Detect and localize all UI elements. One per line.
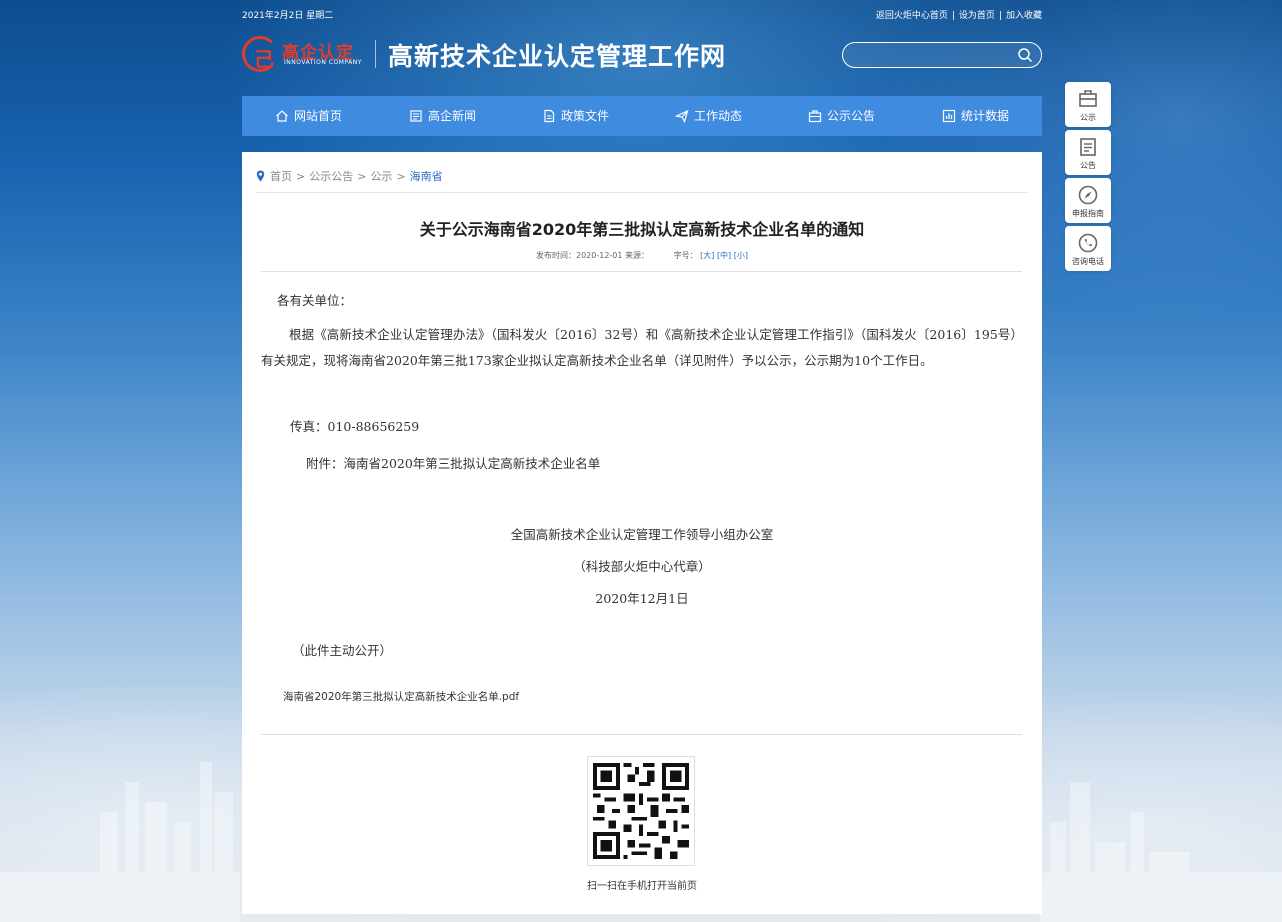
side-label: 咨询电话 bbox=[1072, 257, 1104, 266]
link-separator: | bbox=[951, 11, 955, 21]
logo-divider bbox=[375, 40, 376, 68]
divider bbox=[261, 271, 1022, 272]
main-nav: 网站首页 高企新闻 政策文件 工作动态 公示公告 统计数据 bbox=[242, 96, 1042, 136]
qr-code bbox=[587, 756, 695, 866]
breadcrumb-separator: > bbox=[396, 169, 406, 183]
issue-date: 2020年12月1日 bbox=[595, 591, 689, 606]
nav-item-label: 网站首页 bbox=[294, 109, 343, 123]
set-homepage-link[interactable]: 设为首页 bbox=[959, 11, 995, 21]
side-label: 公示 bbox=[1080, 113, 1096, 122]
nav-item-stats[interactable]: 统计数据 bbox=[942, 96, 1009, 136]
publish-info: 发布时间：2020-12-01 来源： bbox=[536, 251, 650, 260]
briefcase-icon bbox=[808, 110, 822, 123]
nav-item-label: 工作动态 bbox=[694, 109, 743, 123]
qr-caption: 扫一扫在手机打开当前页 bbox=[587, 881, 697, 892]
article-body: 根据《高新技术企业认定管理办法》（国科发火〔2016〕32号）和《高新技术企业认… bbox=[261, 327, 1023, 368]
search-input[interactable] bbox=[855, 46, 1019, 66]
breadcrumb: 首页 > 公示公告 > 公示 > 海南省 bbox=[256, 168, 443, 184]
seal-note: （科技部火炬中心代章） bbox=[573, 559, 711, 574]
salutation: 各有关单位： bbox=[277, 293, 353, 308]
attachment-file-link[interactable]: 海南省2020年第三批拟认定高新技术企业名单.pdf bbox=[283, 689, 519, 704]
document-icon bbox=[544, 109, 555, 123]
link-separator: | bbox=[998, 11, 1002, 21]
paper-plane-icon bbox=[675, 109, 689, 123]
site-title: 高新技术企业认定管理工作网 bbox=[388, 42, 727, 71]
font-size-label: 字号： bbox=[673, 251, 698, 260]
top-bar: 2021年2月2日 星期二 返回火炬中心首页 | 设为首页 | 加入收藏 bbox=[242, 8, 1042, 22]
compass-icon bbox=[1078, 185, 1098, 205]
nav-item-label: 公示公告 bbox=[827, 109, 876, 123]
font-size-small[interactable]: [小] bbox=[734, 251, 748, 260]
breadcrumb-separator: > bbox=[357, 169, 367, 183]
fax-number: 传真：010-88656259 bbox=[290, 419, 420, 434]
side-label: 申报指南 bbox=[1072, 209, 1104, 218]
notice-board-icon bbox=[1079, 90, 1097, 107]
phone-icon bbox=[1078, 233, 1098, 253]
font-size-medium[interactable]: [中] bbox=[717, 251, 731, 260]
nav-item-news[interactable]: 高企新闻 bbox=[409, 96, 476, 136]
divider bbox=[261, 734, 1022, 735]
home-icon bbox=[276, 110, 288, 122]
attachment-note: 附件：海南省2020年第三批拟认定高新技术企业名单 bbox=[306, 456, 601, 471]
nav-item-label: 统计数据 bbox=[961, 109, 1010, 123]
article-title: 关于公示海南省2020年第三批拟认定高新技术企业名单的通知 bbox=[419, 220, 865, 239]
article-meta: 发布时间：2020-12-01 来源： 字号： [大] [中] [小] bbox=[242, 250, 1042, 261]
current-date: 2021年2月2日 星期二 bbox=[242, 11, 334, 21]
font-size-large[interactable]: [大] bbox=[700, 251, 714, 260]
issuing-organization: 全国高新技术企业认定管理工作领导小组办公室 bbox=[510, 527, 774, 542]
nav-item-label: 政策文件 bbox=[561, 109, 610, 123]
breadcrumb-separator: > bbox=[296, 169, 306, 183]
logo-mark-icon: 己 bbox=[242, 36, 278, 72]
location-pin-icon bbox=[256, 170, 265, 182]
search-box bbox=[842, 42, 1042, 68]
side-button-publicity[interactable]: 公示 bbox=[1065, 82, 1111, 127]
qr-code-icon bbox=[593, 763, 689, 859]
side-button-guide[interactable]: 申报指南 bbox=[1065, 178, 1111, 223]
nav-item-policy[interactable]: 政策文件 bbox=[542, 96, 609, 136]
side-label: 公告 bbox=[1080, 161, 1096, 170]
nav-item-home[interactable]: 网站首页 bbox=[275, 96, 342, 136]
breadcrumb-publicity[interactable]: 公示 bbox=[370, 168, 392, 184]
add-favorite-link[interactable]: 加入收藏 bbox=[1006, 11, 1042, 21]
article-panel: 首页 > 公示公告 > 公示 > 海南省 关于公示海南省2020年第三批拟认定高… bbox=[242, 152, 1042, 914]
breadcrumb-current[interactable]: 海南省 bbox=[410, 168, 443, 184]
logo-brand-sub: INNOVATION COMPANY bbox=[284, 59, 362, 66]
divider bbox=[256, 192, 1028, 193]
nav-item-work[interactable]: 工作动态 bbox=[675, 96, 742, 136]
breadcrumb-home[interactable]: 首页 bbox=[270, 168, 292, 184]
news-icon bbox=[410, 110, 422, 122]
side-button-announcement[interactable]: 公告 bbox=[1065, 130, 1111, 175]
nav-item-notice[interactable]: 公示公告 bbox=[808, 96, 875, 136]
top-links: 返回火炬中心首页 | 设为首页 | 加入收藏 bbox=[876, 8, 1042, 21]
breadcrumb-notices[interactable]: 公示公告 bbox=[309, 168, 353, 184]
nav-item-label: 高企新闻 bbox=[428, 109, 477, 123]
search-icon[interactable] bbox=[1017, 47, 1033, 63]
site-logo[interactable]: 己 高企认定 INNOVATION COMPANY 高新技术企业认定管理工作网 bbox=[242, 34, 762, 74]
announcement-icon bbox=[1080, 138, 1096, 156]
chart-icon bbox=[942, 109, 956, 123]
back-to-torch-center-link[interactable]: 返回火炬中心首页 bbox=[876, 11, 948, 21]
public-note: （此件主动公开） bbox=[292, 643, 393, 658]
side-button-hotline[interactable]: 咨询电话 bbox=[1065, 226, 1111, 271]
